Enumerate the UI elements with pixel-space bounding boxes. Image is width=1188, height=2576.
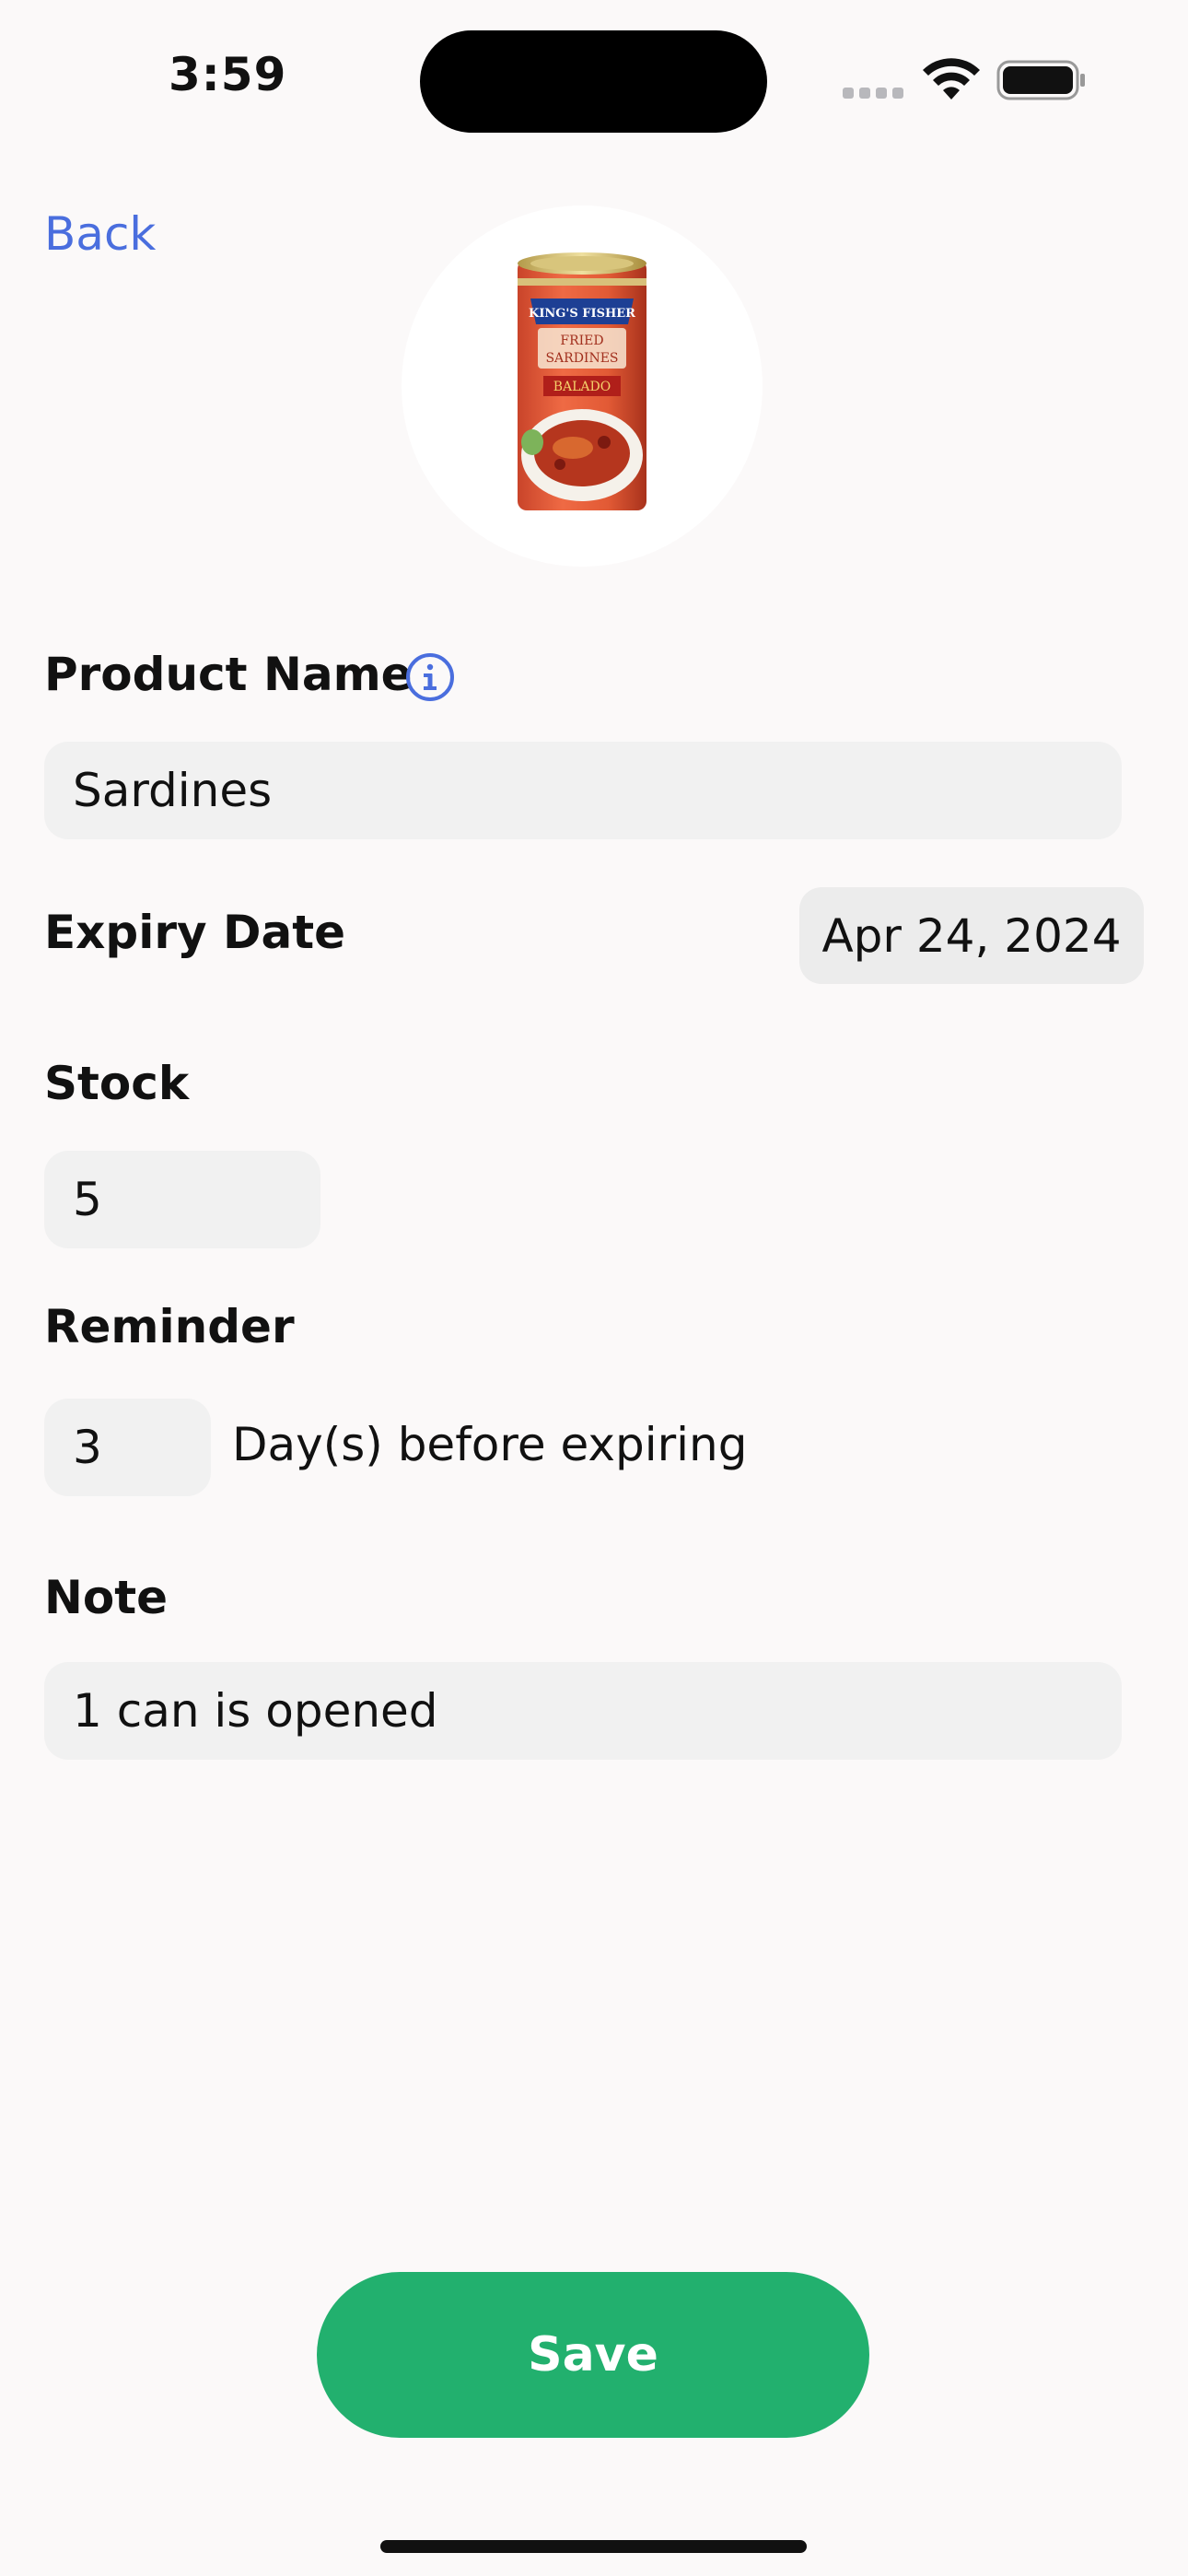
status-time: 3:59 [169,48,287,101]
save-button[interactable]: Save [317,2272,869,2438]
cellular-signal-icon [843,85,909,102]
stock-input[interactable]: 5 [44,1151,320,1248]
note-label: Note [44,1571,169,1624]
dynamic-island [420,30,767,133]
can-brand-text: KING'S FISHER [529,307,635,321]
battery-icon [996,60,1085,100]
expiry-date-picker[interactable]: Apr 24, 2024 [799,887,1144,984]
reminder-label: Reminder [44,1300,295,1353]
back-button[interactable]: Back [44,207,156,261]
reminder-suffix-text: Day(s) before expiring [232,1418,748,1471]
expiry-date-label: Expiry Date [44,906,346,959]
sardine-can-image: KING'S FISHER FRIED SARDINES BALADO [518,252,646,510]
note-input[interactable]: 1 can is opened [44,1662,1122,1760]
product-name-input[interactable]: Sardines [44,742,1122,839]
info-icon[interactable] [405,652,455,702]
can-line2-text: SARDINES [545,351,618,366]
can-line1-text: FRIED [560,334,603,348]
home-indicator[interactable] [380,2540,807,2553]
stock-label: Stock [44,1057,190,1110]
can-flavor-text: BALADO [553,380,611,394]
wifi-icon [923,58,980,100]
reminder-days-input[interactable]: 3 [44,1399,211,1496]
product-name-label: Product Name [44,648,413,701]
